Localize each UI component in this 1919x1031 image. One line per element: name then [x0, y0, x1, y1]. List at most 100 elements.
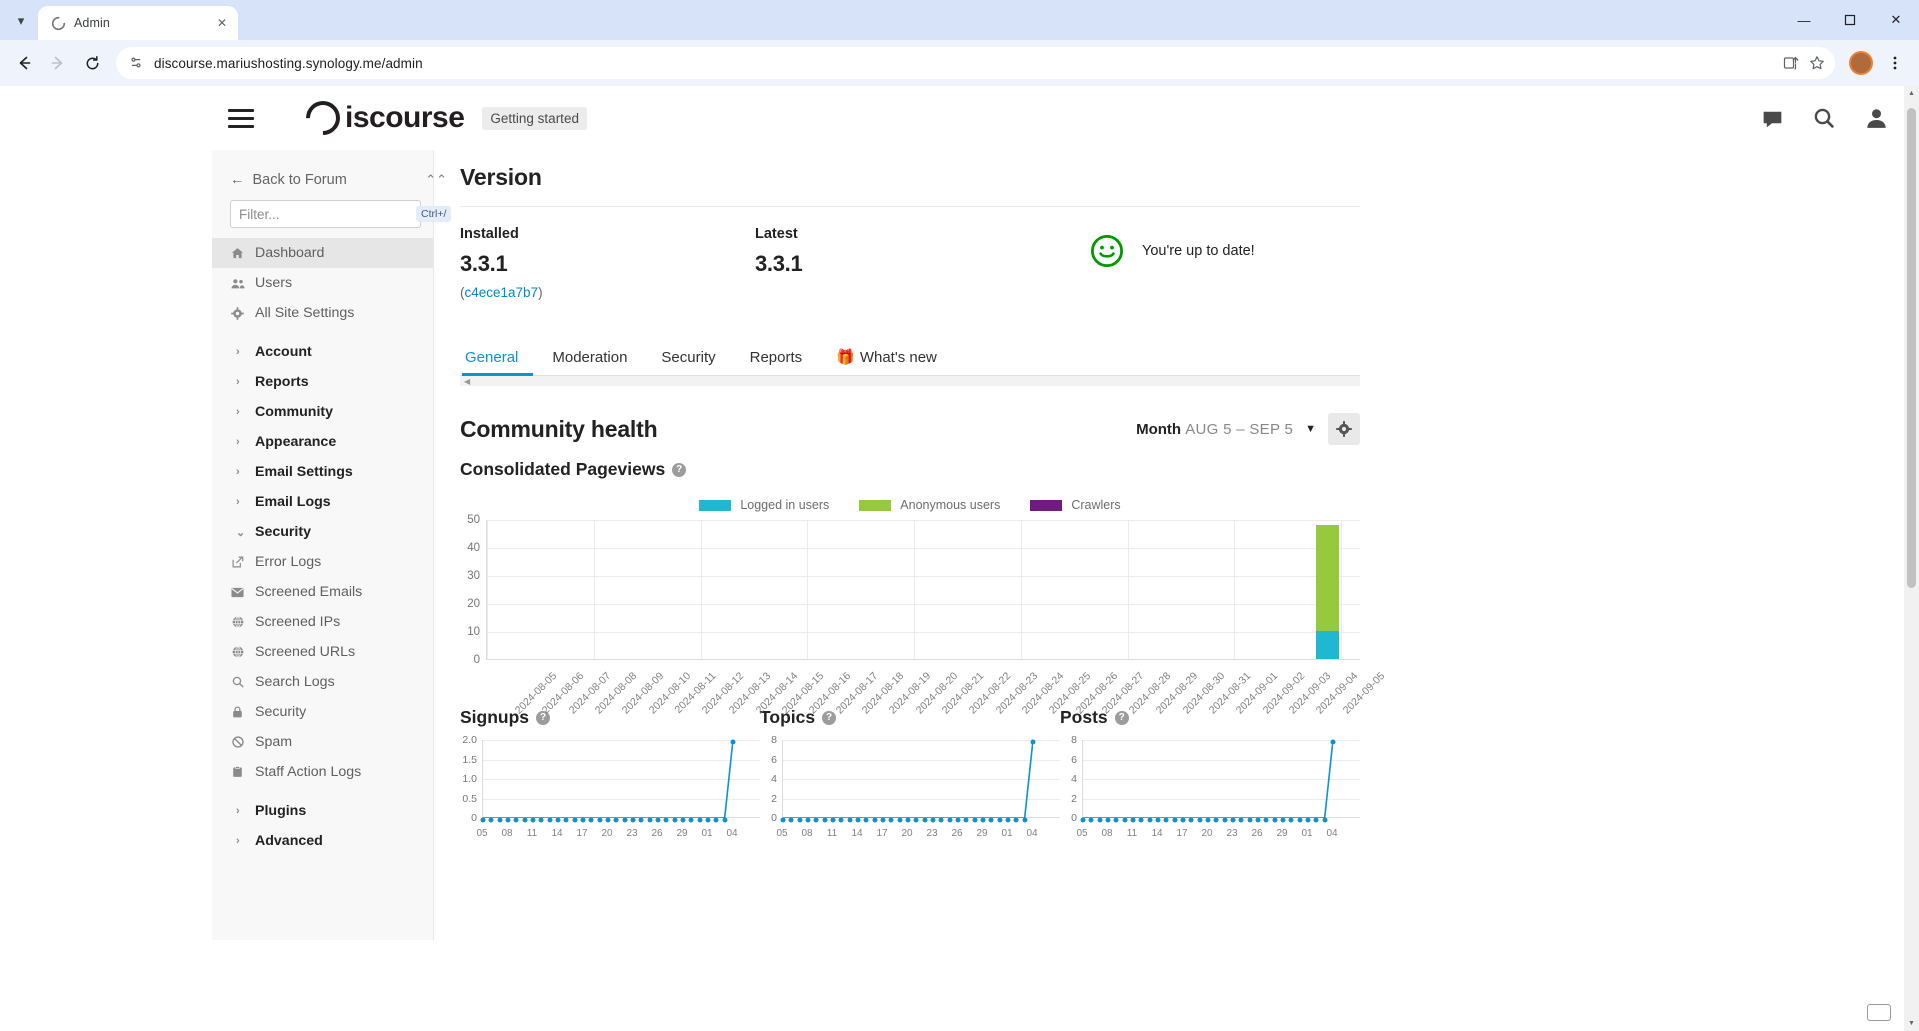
- data-point[interactable]: [672, 817, 678, 822]
- data-point[interactable]: [547, 817, 553, 822]
- data-point[interactable]: [1322, 817, 1328, 822]
- data-point[interactable]: [1130, 817, 1136, 822]
- sidebar-section-account[interactable]: › Account: [212, 337, 433, 367]
- data-point[interactable]: [1113, 817, 1119, 822]
- data-point[interactable]: [1188, 817, 1194, 822]
- data-point[interactable]: [580, 817, 586, 822]
- chevron-down-icon[interactable]: ▼: [1305, 423, 1316, 435]
- sidebar-section-appearance[interactable]: › Appearance: [212, 427, 433, 457]
- data-point[interactable]: [830, 817, 836, 822]
- data-point[interactable]: [1230, 817, 1236, 822]
- chevrons-up-icon[interactable]: ⌃⌃: [425, 172, 447, 188]
- data-point[interactable]: [1022, 817, 1028, 822]
- period-selector[interactable]: Month AUG 5 – SEP 5 ▼: [1136, 413, 1360, 445]
- data-point[interactable]: [1280, 817, 1286, 822]
- data-point[interactable]: [955, 817, 961, 822]
- data-point[interactable]: [855, 817, 861, 822]
- data-point[interactable]: [488, 817, 494, 822]
- data-point[interactable]: [572, 817, 578, 822]
- sidebar-item-staff-action-logs[interactable]: Staff Action Logs: [212, 757, 433, 787]
- tab-moderation[interactable]: Moderation: [535, 343, 644, 375]
- sidebar-section-advanced[interactable]: › Advanced: [212, 826, 433, 856]
- data-point[interactable]: [1155, 817, 1161, 822]
- minimize-icon[interactable]: —: [1781, 0, 1827, 40]
- maximize-icon[interactable]: [1827, 0, 1873, 40]
- data-point[interactable]: [980, 817, 986, 822]
- data-point[interactable]: [938, 817, 944, 822]
- data-point[interactable]: [922, 817, 928, 822]
- profile-avatar[interactable]: [1849, 51, 1873, 75]
- data-point[interactable]: [1147, 817, 1153, 822]
- data-point[interactable]: [1330, 739, 1336, 744]
- data-point[interactable]: [597, 817, 603, 822]
- data-point[interactable]: [1013, 817, 1019, 822]
- sidebar-item-dashboard[interactable]: Dashboard: [212, 238, 433, 268]
- data-point[interactable]: [805, 817, 811, 822]
- data-point[interactable]: [1313, 817, 1319, 822]
- data-point[interactable]: [1197, 817, 1203, 822]
- data-point[interactable]: [1138, 817, 1144, 822]
- sidebar-item-security[interactable]: Security: [212, 697, 433, 727]
- data-point[interactable]: [655, 817, 661, 822]
- data-point[interactable]: [622, 817, 628, 822]
- data-point[interactable]: [872, 817, 878, 822]
- legend-item[interactable]: Crawlers: [1030, 498, 1121, 512]
- search-icon[interactable]: [1811, 105, 1837, 131]
- sidebar-section-security[interactable]: ⌄ Security: [212, 517, 433, 547]
- sidebar-item-error-logs[interactable]: Error Logs: [212, 547, 433, 577]
- data-point[interactable]: [1222, 817, 1228, 822]
- data-point[interactable]: [930, 817, 936, 822]
- data-point[interactable]: [1297, 817, 1303, 822]
- data-point[interactable]: [1213, 817, 1219, 822]
- forward-icon[interactable]: [42, 47, 74, 79]
- data-point[interactable]: [847, 817, 853, 822]
- data-point[interactable]: [780, 817, 786, 822]
- keyboard-icon[interactable]: [1867, 1004, 1891, 1021]
- data-point[interactable]: [605, 817, 611, 822]
- sidebar-filter-box[interactable]: Ctrl+/: [230, 200, 452, 228]
- data-point[interactable]: [1005, 817, 1011, 822]
- help-icon[interactable]: ?: [672, 462, 687, 477]
- kebab-menu-icon[interactable]: [1879, 47, 1911, 79]
- data-point[interactable]: [897, 817, 903, 822]
- data-point[interactable]: [1247, 817, 1253, 822]
- data-point[interactable]: [688, 817, 694, 822]
- install-app-icon[interactable]: [1783, 55, 1799, 71]
- posts-chart[interactable]: 0 2 4 6 8 05 08 11 14 17 20 23 26 29 01 04: [1060, 734, 1360, 840]
- legend-item[interactable]: Logged in users: [699, 498, 829, 512]
- data-point[interactable]: [822, 817, 828, 822]
- data-point[interactable]: [863, 817, 869, 822]
- sidebar-item-spam[interactable]: Spam: [212, 727, 433, 757]
- gear-icon[interactable]: [1328, 413, 1360, 445]
- data-point[interactable]: [1263, 817, 1269, 822]
- data-point[interactable]: [1122, 817, 1128, 822]
- tab-search-chevron-icon[interactable]: ▾: [4, 4, 38, 38]
- data-point[interactable]: [588, 817, 594, 822]
- tab-whats-new[interactable]: 🎁 What's new: [819, 342, 954, 375]
- data-point[interactable]: [963, 817, 969, 822]
- data-point[interactable]: [730, 739, 736, 744]
- data-point[interactable]: [972, 817, 978, 822]
- sidebar-section-email-logs[interactable]: › Email Logs: [212, 487, 433, 517]
- sidebar-section-reports[interactable]: › Reports: [212, 367, 433, 397]
- sidebar-section-plugins[interactable]: › Plugins: [212, 796, 433, 826]
- data-point[interactable]: [513, 817, 519, 822]
- bar-segment[interactable]: [1316, 524, 1339, 631]
- data-point[interactable]: [1172, 817, 1178, 822]
- sidebar-item-screened-urls[interactable]: Screened URLs: [212, 637, 433, 667]
- data-point[interactable]: [680, 817, 686, 822]
- data-point[interactable]: [1080, 817, 1086, 822]
- data-point[interactable]: [797, 817, 803, 822]
- browser-tab[interactable]: Admin ✕: [38, 6, 238, 40]
- close-window-icon[interactable]: ✕: [1873, 0, 1919, 40]
- chat-bubble-icon[interactable]: [1759, 105, 1785, 131]
- data-point[interactable]: [722, 817, 728, 822]
- data-point[interactable]: [705, 817, 711, 822]
- data-point[interactable]: [1255, 817, 1261, 822]
- data-point[interactable]: [913, 817, 919, 822]
- sidebar-section-email-settings[interactable]: › Email Settings: [212, 457, 433, 487]
- data-point[interactable]: [563, 817, 569, 822]
- data-point[interactable]: [638, 817, 644, 822]
- data-point[interactable]: [1097, 817, 1103, 822]
- data-point[interactable]: [1238, 817, 1244, 822]
